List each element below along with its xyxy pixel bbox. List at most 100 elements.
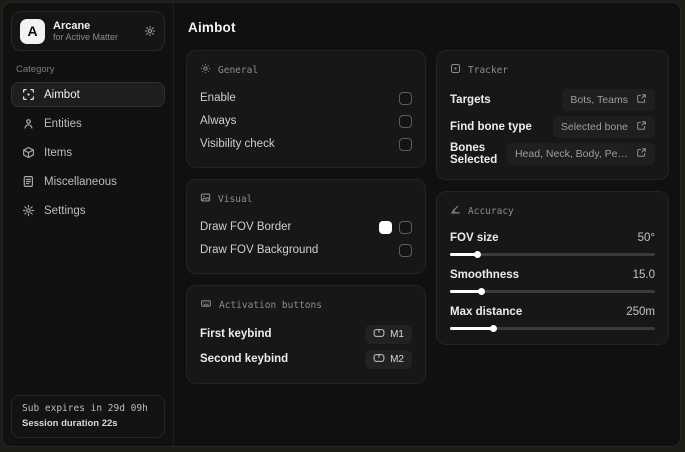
find-bone-type-select[interactable]: Selected bone bbox=[552, 116, 655, 138]
person-scan-icon bbox=[22, 117, 35, 130]
image-icon bbox=[200, 192, 211, 206]
slider-fill bbox=[450, 290, 481, 293]
slider-value: 50° bbox=[637, 232, 655, 244]
visual-section-header: Visual bbox=[200, 192, 412, 206]
setting-label: Smoothness bbox=[450, 269, 520, 281]
crosshair-scan-icon bbox=[22, 88, 35, 101]
sidebar-item-label: Entities bbox=[44, 117, 82, 130]
slider-value: 15.0 bbox=[632, 269, 655, 281]
setting-label: Targets bbox=[450, 94, 491, 106]
sun-icon bbox=[200, 63, 211, 77]
setting-label: Draw FOV Background bbox=[200, 244, 319, 256]
app-logo: A bbox=[20, 18, 45, 44]
slider-thumb[interactable] bbox=[477, 288, 485, 295]
setting-row-smoothness: Smoothness 15.0 bbox=[450, 265, 655, 295]
sidebar-item-settings[interactable]: Settings bbox=[11, 198, 165, 223]
setting-row-fov-size: FOV size 50° bbox=[450, 228, 655, 258]
list-icon bbox=[22, 175, 35, 188]
fov-border-checkbox[interactable] bbox=[399, 220, 412, 234]
setting-label: Draw FOV Border bbox=[200, 221, 292, 233]
expand-select-icon bbox=[636, 93, 647, 107]
expand-select-icon bbox=[636, 147, 647, 161]
sidebar-item-label: Settings bbox=[44, 204, 86, 217]
slider-fill bbox=[450, 327, 494, 330]
targets-select[interactable]: Bots, Teams bbox=[562, 89, 655, 111]
section-title: Accuracy bbox=[468, 205, 514, 217]
setting-row-fov-background: Draw FOV Background bbox=[200, 239, 412, 261]
bones-selected-select[interactable]: Head, Neck, Body, Pe… bbox=[506, 143, 655, 165]
brand-card: A Arcane for Active Matter bbox=[11, 11, 165, 51]
slider-thumb[interactable] bbox=[490, 325, 498, 332]
setting-label: Always bbox=[200, 115, 237, 127]
second-keybind-button[interactable]: M2 bbox=[365, 349, 412, 369]
smoothness-slider[interactable] bbox=[450, 288, 655, 295]
subscription-info: Sub expires in 29d 09h Session duration … bbox=[11, 395, 165, 438]
setting-row-fov-border: Draw FOV Border bbox=[200, 216, 412, 238]
setting-row-first-keybind: First keybind M1 bbox=[200, 322, 412, 346]
setting-row-bones-selected: Bones Selected Head, Neck, Body, Pe… bbox=[450, 141, 655, 167]
setting-row-targets: Targets Bots, Teams bbox=[450, 87, 655, 113]
keybind-value: M1 bbox=[390, 328, 404, 340]
always-checkbox[interactable] bbox=[399, 114, 412, 128]
sidebar: A Arcane for Active Matter Category Aimb bbox=[3, 3, 174, 446]
max-distance-slider[interactable] bbox=[450, 325, 655, 332]
radar-icon bbox=[450, 63, 461, 77]
sidebar-item-label: Miscellaneous bbox=[44, 175, 117, 188]
mouse-icon bbox=[373, 353, 385, 366]
section-title: General bbox=[218, 64, 259, 76]
setting-label: First keybind bbox=[200, 328, 272, 340]
brand-text: Arcane for Active Matter bbox=[53, 20, 118, 43]
sidebar-item-label: Items bbox=[44, 146, 73, 159]
fov-background-checkbox[interactable] bbox=[399, 243, 412, 257]
setting-label: Find bone type bbox=[450, 121, 532, 133]
setting-label: Visibility check bbox=[200, 138, 275, 150]
right-column: Tracker Targets Bots, Teams Find bone ty… bbox=[436, 50, 669, 356]
page-title: Aimbot bbox=[188, 20, 236, 35]
general-section-header: General bbox=[200, 63, 412, 77]
setting-label: Bones Selected bbox=[450, 142, 498, 166]
setting-row-enable: Enable bbox=[200, 87, 412, 109]
slider-thumb[interactable] bbox=[473, 251, 481, 258]
expand-select-icon bbox=[636, 120, 647, 134]
fov-border-color-swatch[interactable] bbox=[379, 220, 392, 234]
setting-label: Second keybind bbox=[200, 353, 289, 365]
left-column: General Enable Always Visibility check V… bbox=[186, 50, 426, 395]
cube-icon bbox=[22, 146, 35, 159]
fov-size-slider[interactable] bbox=[450, 251, 655, 258]
main-panel: Aimbot General Enable Always Visibility … bbox=[174, 3, 680, 446]
first-keybind-button[interactable]: M1 bbox=[365, 324, 412, 344]
sidebar-item-aimbot[interactable]: Aimbot bbox=[11, 82, 165, 107]
setting-label: FOV size bbox=[450, 232, 499, 244]
select-value: Selected bone bbox=[560, 121, 628, 133]
activation-section-header: Activation buttons bbox=[200, 298, 412, 312]
sidebar-item-miscellaneous[interactable]: Miscellaneous bbox=[11, 169, 165, 194]
setting-row-visibility-check: Visibility check bbox=[200, 133, 412, 155]
setting-label: Enable bbox=[200, 92, 236, 104]
visibility-check-checkbox[interactable] bbox=[399, 137, 412, 151]
slider-fill bbox=[450, 253, 477, 256]
tracker-section-header: Tracker bbox=[450, 63, 655, 77]
keyboard-icon bbox=[200, 298, 212, 312]
category-label: Category bbox=[16, 64, 55, 75]
select-value: Head, Neck, Body, Pe… bbox=[514, 148, 628, 160]
gear-icon bbox=[22, 204, 35, 217]
app-subtitle: for Active Matter bbox=[53, 32, 119, 43]
angle-icon bbox=[450, 204, 461, 218]
slider-value: 250m bbox=[626, 306, 655, 318]
sidebar-item-entities[interactable]: Entities bbox=[11, 111, 165, 136]
sidebar-item-label: Aimbot bbox=[44, 88, 80, 101]
gear-icon[interactable] bbox=[144, 25, 156, 37]
select-value: Bots, Teams bbox=[570, 94, 628, 106]
session-duration-text: Session duration 22s bbox=[22, 418, 118, 429]
enable-checkbox[interactable] bbox=[399, 91, 412, 105]
activation-card: Activation buttons First keybind M1 Seco… bbox=[186, 285, 426, 384]
sidebar-item-items[interactable]: Items bbox=[11, 140, 165, 165]
section-title: Tracker bbox=[468, 64, 509, 76]
setting-row-second-keybind: Second keybind M2 bbox=[200, 347, 412, 371]
setting-row-always: Always bbox=[200, 110, 412, 132]
setting-label: Max distance bbox=[450, 306, 523, 318]
mouse-icon bbox=[373, 328, 385, 341]
general-card: General Enable Always Visibility check bbox=[186, 50, 426, 168]
setting-row-max-distance: Max distance 250m bbox=[450, 302, 655, 332]
section-title: Activation buttons bbox=[219, 299, 322, 311]
